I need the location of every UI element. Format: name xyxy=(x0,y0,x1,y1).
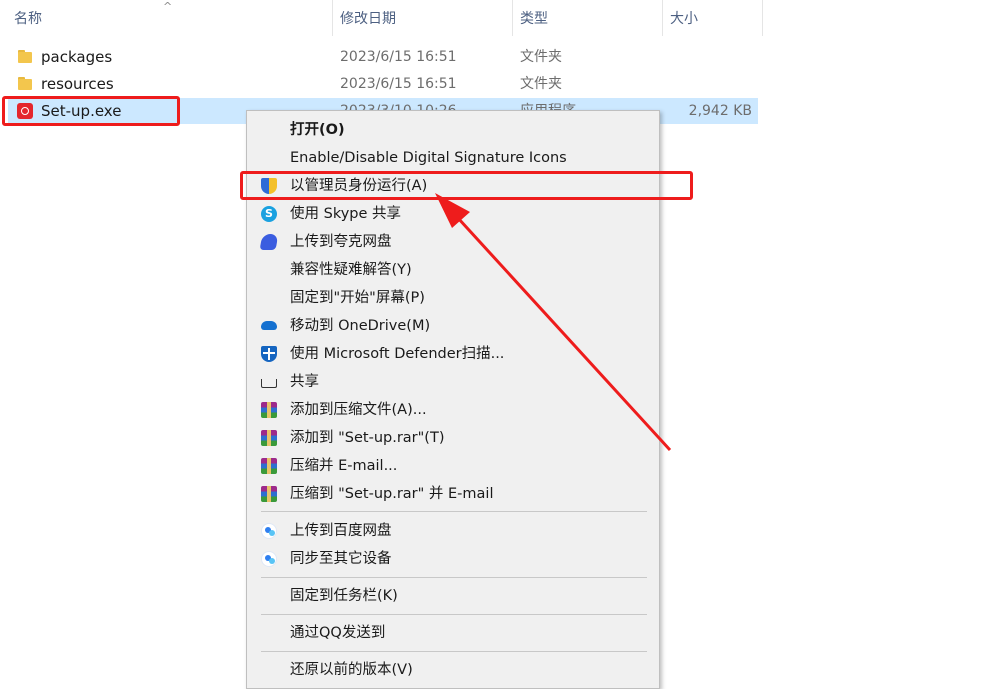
annotation-arrow xyxy=(435,193,672,452)
